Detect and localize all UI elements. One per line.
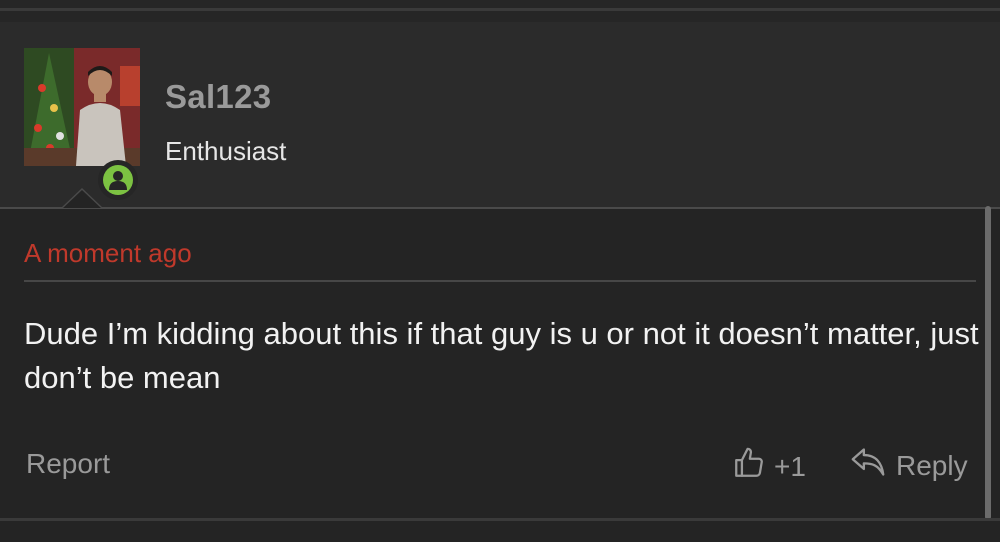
user-status-icon <box>103 165 133 195</box>
avatar[interactable] <box>24 48 140 166</box>
comment-header: Sal123 Enthusiast <box>0 22 1000 209</box>
comment-body: Dude I’m kidding about this if that guy … <box>24 316 979 395</box>
user-rank: Enthusiast <box>165 136 287 166</box>
speech-pointer <box>61 188 103 208</box>
reply-icon <box>850 446 886 485</box>
avatar-container[interactable] <box>24 48 140 200</box>
header-divider <box>0 207 1000 209</box>
body-divider <box>24 280 976 282</box>
like-count: +1 <box>774 450 806 482</box>
thumbs-up-icon <box>732 446 766 487</box>
comment-timestamp[interactable]: A moment ago <box>24 238 192 269</box>
report-button[interactable]: Report <box>26 448 110 480</box>
comment-card: Sal123 Enthusiast A moment ago Dude I’m … <box>0 22 1000 520</box>
like-button[interactable]: +1 <box>732 446 806 487</box>
online-status-badge <box>98 160 138 200</box>
top-divider <box>0 0 1000 22</box>
vertical-scrollbar[interactable] <box>985 206 991 520</box>
reply-button[interactable]: Reply <box>850 446 968 485</box>
username-link[interactable]: Sal123 <box>165 78 271 116</box>
reply-label: Reply <box>896 449 968 481</box>
next-card-edge <box>0 521 1000 542</box>
